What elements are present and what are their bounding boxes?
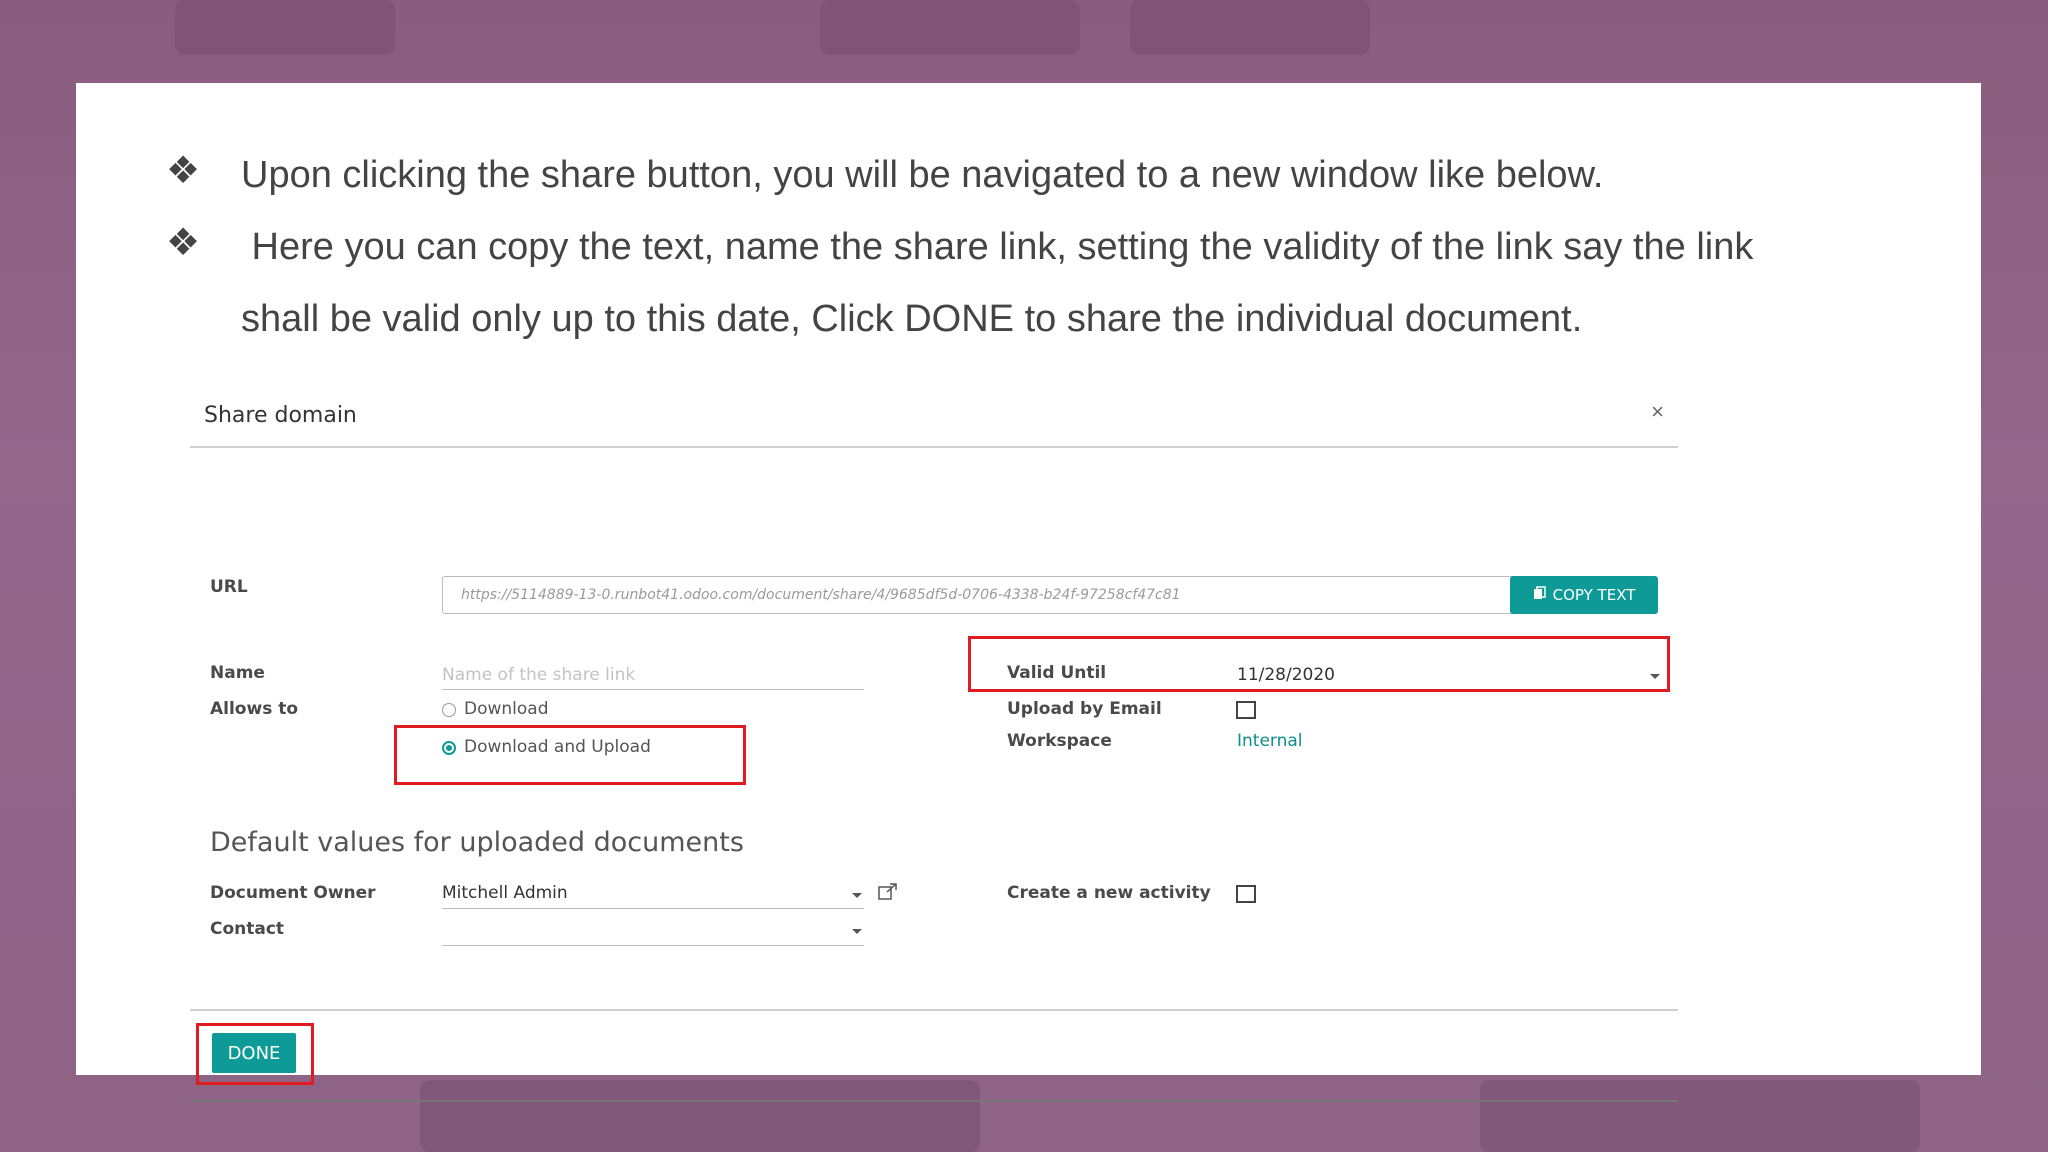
contact-select[interactable] bbox=[442, 919, 842, 939]
external-link-icon[interactable] bbox=[878, 883, 898, 906]
divider bbox=[190, 446, 1678, 448]
bullet-text-2: Here you can copy the text, name the sha… bbox=[241, 226, 1754, 268]
background-shape bbox=[175, 0, 395, 55]
background-shape bbox=[1130, 0, 1370, 55]
radio-download-label[interactable]: Download bbox=[464, 699, 549, 719]
contact-label: Contact bbox=[210, 919, 285, 939]
url-label: URL bbox=[210, 577, 248, 597]
upload-email-label: Upload by Email bbox=[1007, 699, 1162, 719]
chevron-down-icon[interactable] bbox=[852, 929, 862, 934]
highlight-valid-until bbox=[968, 636, 1670, 692]
radio-download[interactable] bbox=[442, 703, 456, 717]
copy-text-button[interactable]: COPY TEXT bbox=[1510, 576, 1658, 614]
chevron-down-icon[interactable] bbox=[852, 893, 862, 898]
bullet-diamond-icon: ❖ bbox=[166, 150, 201, 192]
bottom-divider bbox=[190, 1100, 1678, 1102]
contact-underline bbox=[442, 945, 864, 946]
bullet-text-1: Upon clicking the share button, you will… bbox=[241, 154, 1604, 196]
document-owner-select[interactable]: Mitchell Admin bbox=[442, 883, 568, 903]
background-shape bbox=[820, 0, 1080, 55]
name-label: Name bbox=[210, 663, 265, 683]
url-field[interactable]: https://5114889-13-0.runbot41.odoo.com/d… bbox=[442, 576, 1586, 614]
url-value: https://5114889-13-0.runbot41.odoo.com/d… bbox=[461, 587, 1181, 603]
dialog-title: Share domain bbox=[204, 403, 357, 428]
document-owner-label: Document Owner bbox=[210, 883, 376, 903]
workspace-link[interactable]: Internal bbox=[1237, 731, 1303, 751]
slide-panel: ❖ Upon clicking the share button, you wi… bbox=[76, 83, 1981, 1102]
footer-divider bbox=[190, 1009, 1678, 1011]
allows-label: Allows to bbox=[210, 699, 299, 719]
share-dialog: Share domain × URL https://5114889-13-0.… bbox=[190, 383, 1678, 1103]
copy-text-label: COPY TEXT bbox=[1552, 586, 1636, 604]
clipboard-icon bbox=[1533, 586, 1547, 604]
workspace-label: Workspace bbox=[1007, 731, 1112, 751]
highlight-download-upload bbox=[394, 725, 746, 785]
name-underline bbox=[442, 689, 864, 690]
bullet-diamond-icon: ❖ bbox=[166, 222, 201, 264]
upload-email-checkbox[interactable] bbox=[1236, 701, 1256, 719]
bullet-text-2-continued: shall be valid only up to this date, Cli… bbox=[241, 298, 1583, 340]
owner-underline bbox=[442, 908, 864, 909]
name-input[interactable]: Name of the share link bbox=[442, 665, 635, 685]
section-title: Default values for uploaded documents bbox=[210, 827, 744, 858]
create-activity-label: Create a new activity bbox=[1007, 883, 1211, 903]
create-activity-checkbox[interactable] bbox=[1236, 885, 1256, 903]
highlight-done bbox=[196, 1023, 314, 1085]
close-icon[interactable]: × bbox=[1651, 399, 1664, 425]
